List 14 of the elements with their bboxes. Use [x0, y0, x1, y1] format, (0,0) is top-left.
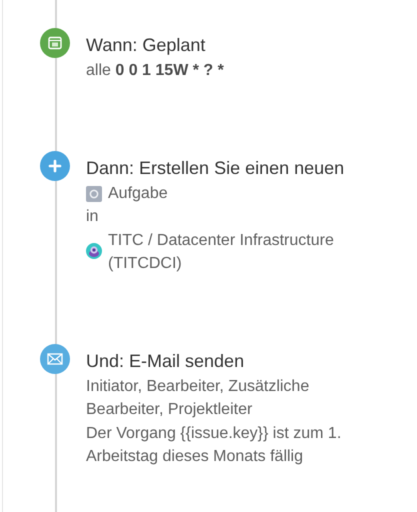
schedule-text: alle 0 0 1 15W * ? * — [86, 61, 225, 81]
project-avatar-icon — [86, 242, 102, 258]
recipients-text: Initiator, Bearbeiter, Zusätzliche Bearbeiter, Projektleiter — [86, 376, 310, 420]
calendar-icon — [40, 28, 70, 58]
step-title: Dann: Erstellen Sie einen neuen — [86, 156, 346, 180]
task-type-icon — [86, 186, 102, 202]
connector-text: in — [86, 207, 100, 227]
step-title: Und: E-Mail senden — [86, 350, 246, 372]
project-name: TITC / Datacenter Infrastructure (TITCDCI) — [108, 230, 335, 274]
plus-icon — [40, 150, 70, 180]
email-message: Der Vorgang {{issue.key}} ist zum 1. Arbeitstag dieses Monats fällig — [86, 424, 342, 467]
envelope-icon — [40, 344, 70, 374]
step-title: Wann: Geplant — [86, 34, 206, 57]
issue-type: Aufgabe — [108, 184, 168, 204]
